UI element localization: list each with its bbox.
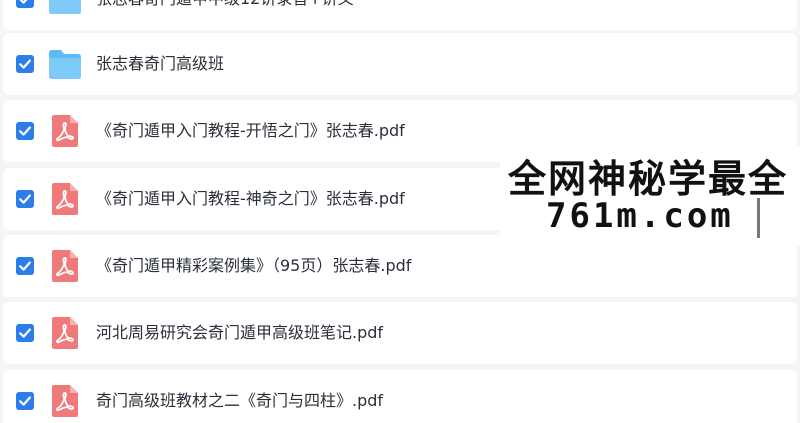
file-name[interactable]: 张志春奇门遁甲中级12讲录音+讲义	[96, 0, 354, 30]
file-name[interactable]: 河北周易研究会奇门遁甲高级班笔记.pdf	[96, 302, 383, 364]
text-cursor	[757, 198, 760, 238]
select-checkbox[interactable]	[16, 55, 34, 73]
file-name[interactable]: 《奇门遁甲入门教程-开悟之门》张志春.pdf	[96, 100, 405, 162]
file-name[interactable]: 《奇门遁甲入门教程-神奇之门》张志春.pdf	[96, 168, 405, 230]
select-checkbox[interactable]	[16, 324, 34, 342]
file-name[interactable]: 张志春奇门高级班	[96, 33, 224, 95]
folder-icon	[47, 47, 83, 81]
select-checkbox[interactable]	[16, 392, 34, 410]
pdf-icon	[47, 249, 83, 283]
pdf-icon	[47, 182, 83, 216]
select-checkbox[interactable]	[16, 0, 34, 8]
file-row[interactable]: 河北周易研究会奇门遁甲高级班笔记.pdf	[3, 302, 797, 364]
pdf-icon	[47, 316, 83, 350]
pdf-icon	[47, 384, 83, 418]
folder-icon	[47, 0, 83, 16]
watermark-title: 全网神秘学最全	[508, 157, 789, 201]
folder-row[interactable]: 张志春奇门高级班	[3, 33, 797, 95]
file-row[interactable]: 奇门高级班教材之二《奇门与四柱》.pdf	[3, 370, 797, 423]
file-name[interactable]: 《奇门遁甲精彩案例集》（95页）张志春.pdf	[96, 235, 411, 297]
select-checkbox[interactable]	[16, 190, 34, 208]
select-checkbox[interactable]	[16, 122, 34, 140]
pdf-icon	[47, 114, 83, 148]
folder-row[interactable]: 张志春奇门遁甲中级12讲录音+讲义	[3, 0, 797, 30]
watermark-overlay: 全网神秘学最全 761m.com	[500, 146, 800, 246]
watermark-url: 761m.com	[546, 196, 734, 236]
select-checkbox[interactable]	[16, 257, 34, 275]
file-name[interactable]: 奇门高级班教材之二《奇门与四柱》.pdf	[96, 370, 383, 423]
